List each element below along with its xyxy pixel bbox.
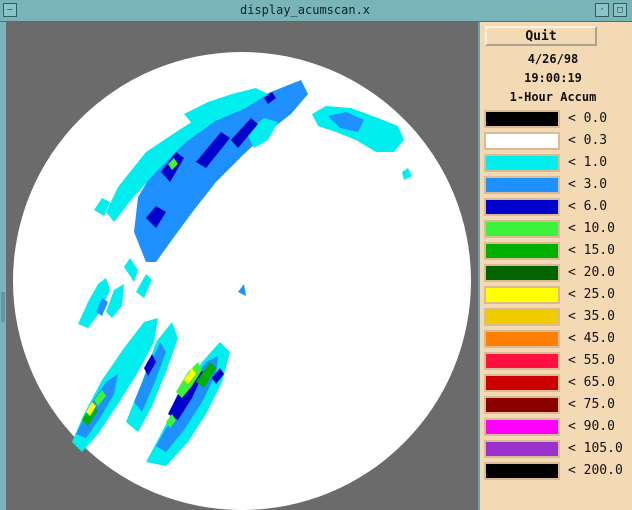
- legend-row: < 3.0: [484, 175, 632, 195]
- legend-label: < 6.0: [568, 199, 608, 214]
- legend-panel: Quit 4/26/98 19:00:19 1-Hour Accum < 0.0…: [480, 22, 632, 510]
- minus-icon: –: [7, 4, 13, 15]
- window-title: display_acumscan.x: [239, 3, 371, 17]
- legend-row: < 65.0: [484, 373, 632, 393]
- legend-row: < 25.0: [484, 285, 632, 305]
- legend-label: < 20.0: [568, 265, 615, 280]
- legend-swatch: [484, 198, 560, 216]
- legend-row: < 105.0: [484, 439, 632, 459]
- legend-label: < 1.0: [568, 155, 608, 170]
- legend-row: < 20.0: [484, 263, 632, 283]
- legend-row: < 0.0: [484, 109, 632, 129]
- legend-row: < 15.0: [484, 241, 632, 261]
- legend-swatch: [484, 176, 560, 194]
- window-titlebar[interactable]: – display_acumscan.x · □: [0, 0, 632, 22]
- legend-swatch: [484, 352, 560, 370]
- legend-swatch: [484, 132, 560, 150]
- legend-label: < 10.0: [568, 221, 615, 236]
- legend-swatch: [484, 418, 560, 436]
- legend-swatch: [484, 330, 560, 348]
- radar-image: [13, 52, 471, 510]
- legend-swatch: [484, 154, 560, 172]
- legend-swatch: [484, 264, 560, 282]
- minimize-icon: ·: [599, 4, 605, 15]
- legend-row: < 200.0: [484, 461, 632, 481]
- scan-time: 19:00:19: [524, 71, 582, 85]
- legend-label: < 0.0: [568, 111, 608, 126]
- legend-row: < 10.0: [484, 219, 632, 239]
- legend-label: < 90.0: [568, 419, 615, 434]
- legend-swatch: [484, 462, 560, 480]
- window-menu-button[interactable]: –: [3, 3, 17, 17]
- legend-swatch: [484, 308, 560, 326]
- legend-label: < 105.0: [568, 441, 623, 456]
- legend-label: < 75.0: [568, 397, 615, 412]
- legend-label: < 3.0: [568, 177, 608, 192]
- legend-label: < 45.0: [568, 331, 615, 346]
- legend-row: < 55.0: [484, 351, 632, 371]
- legend-swatch: [484, 286, 560, 304]
- legend-row: < 75.0: [484, 395, 632, 415]
- legend-label: < 35.0: [568, 309, 615, 324]
- legend-label: < 15.0: [568, 243, 615, 258]
- legend-row: < 45.0: [484, 329, 632, 349]
- legend-label: < 25.0: [568, 287, 615, 302]
- product-name: 1-Hour Accum: [509, 90, 597, 104]
- legend-label: < 0.3: [568, 133, 608, 148]
- legend-label: < 55.0: [568, 353, 615, 368]
- legend-swatch: [484, 110, 560, 128]
- legend-row: < 35.0: [484, 307, 632, 327]
- legend-label: < 200.0: [568, 463, 623, 478]
- legend-swatch: [484, 396, 560, 414]
- legend-swatch: [484, 440, 560, 458]
- resize-handle[interactable]: [1, 292, 5, 322]
- scan-date: 4/26/98: [527, 52, 579, 66]
- minimize-button[interactable]: ·: [595, 3, 609, 17]
- legend-swatch: [484, 220, 560, 238]
- legend-swatch: [484, 374, 560, 392]
- legend-row: < 1.0: [484, 153, 632, 173]
- legend-row: < 90.0: [484, 417, 632, 437]
- radar-display: [6, 22, 478, 510]
- quit-button[interactable]: Quit: [485, 26, 597, 46]
- legend-label: < 65.0: [568, 375, 615, 390]
- maximize-button[interactable]: □: [613, 3, 627, 17]
- legend-row: < 6.0: [484, 197, 632, 217]
- legend-swatch: [484, 242, 560, 260]
- legend-row: < 0.3: [484, 131, 632, 151]
- maximize-icon: □: [617, 4, 623, 15]
